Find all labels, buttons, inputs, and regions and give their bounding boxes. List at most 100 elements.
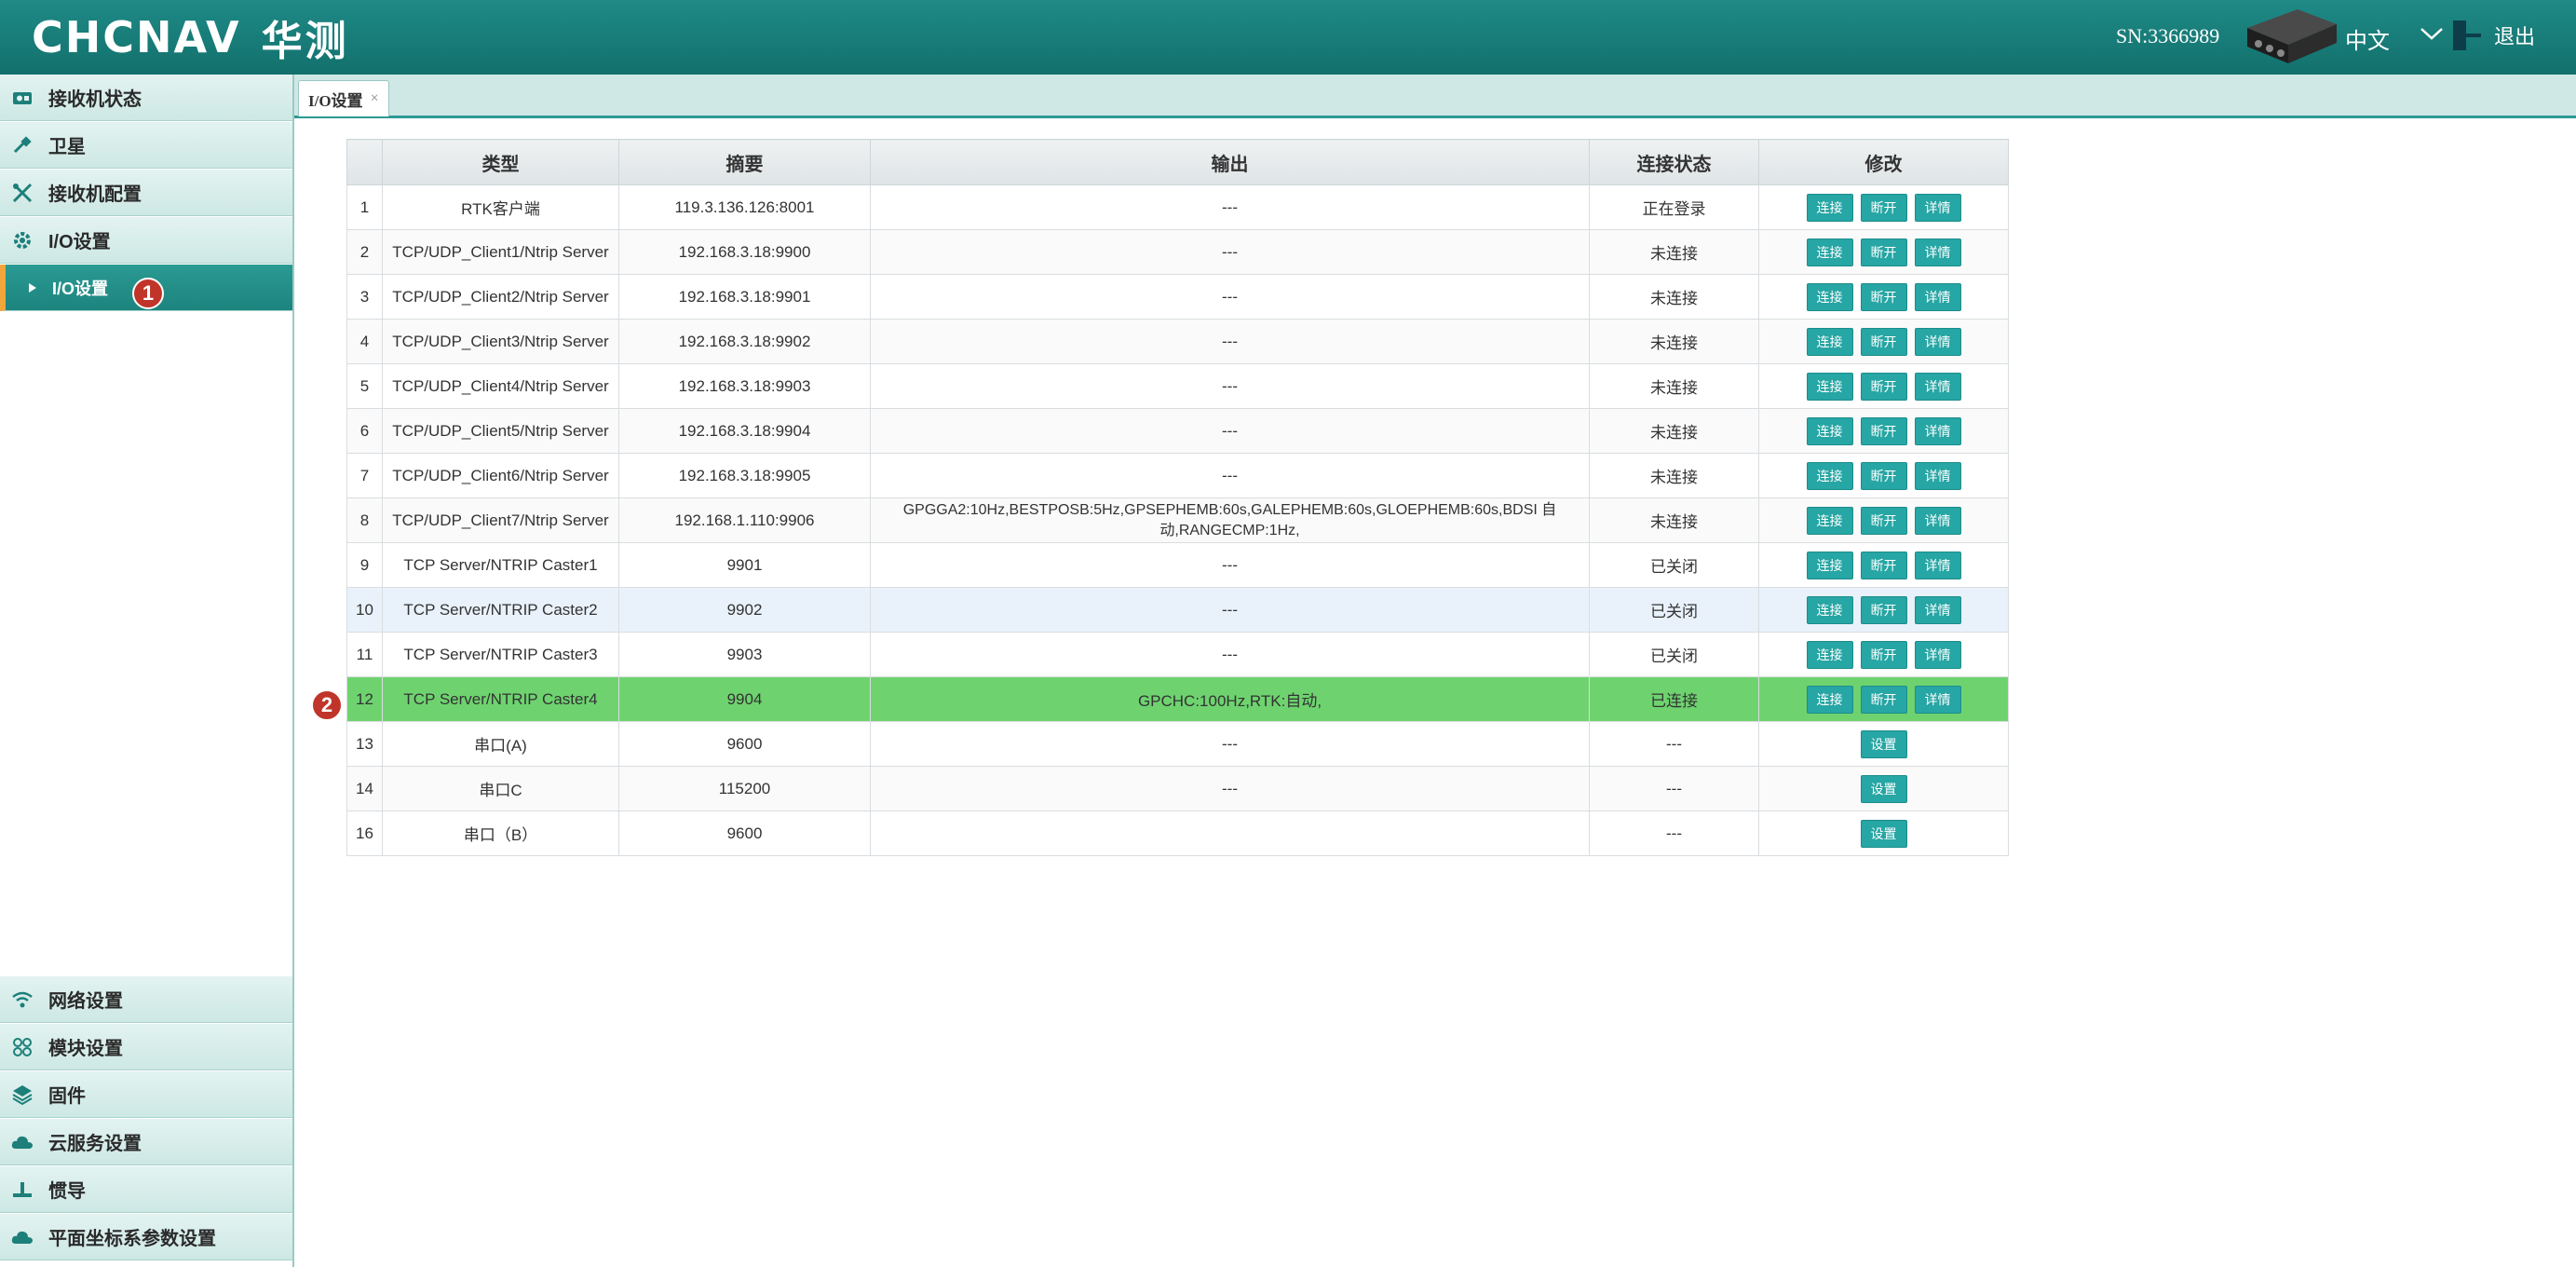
sidebar-item-firmware[interactable]: 固件 xyxy=(0,1071,292,1118)
type-cell: TCP Server/NTRIP Caster2 xyxy=(382,587,619,633)
output-cell: --- xyxy=(870,184,1590,230)
summary-cell: 115200 xyxy=(618,766,871,811)
connect-button[interactable]: 连接 xyxy=(1806,640,1853,669)
table-row[interactable]: 12 TCP Server/NTRIP Caster4 9904 GPCHC:100H… xyxy=(346,676,2009,722)
status-cell: 未连接 xyxy=(1589,319,1759,364)
table-row[interactable]: 7 TCP/UDP_Client6/Ntrip Server 192.168.3.1… xyxy=(346,453,2009,498)
summary-cell: 9901 xyxy=(618,542,871,588)
table-row[interactable]: 6 TCP/UDP_Client5/Ntrip Server 192.168.3.1… xyxy=(346,408,2009,454)
sidebar-item-receiver-config[interactable]: 接收机配置 xyxy=(0,170,292,216)
table-row[interactable]: 11 TCP Server/NTRIP Caster3 9903 --- 已关闭 连接 断开… xyxy=(346,632,2009,677)
close-icon[interactable]: × xyxy=(371,90,379,107)
table-row[interactable]: 5 TCP/UDP_Client4/Ntrip Server 192.168.3.1… xyxy=(346,363,2009,409)
logout-button[interactable]: 退出 xyxy=(2451,19,2535,52)
table-row[interactable]: 10 TCP Server/NTRIP Caster2 9902 --- 已关闭 连接 断开… xyxy=(346,587,2009,633)
table-header-row: 类型 摘要 输出 连接状态 修改 xyxy=(346,139,2009,185)
row-index-cell: 3 xyxy=(346,274,383,320)
detail-button[interactable]: 详情 xyxy=(1914,551,1961,579)
detail-button[interactable]: 详情 xyxy=(1914,193,1961,222)
summary-cell: 192.168.3.18:9904 xyxy=(618,408,871,454)
table-row[interactable]: 8 TCP/UDP_Client7/Ntrip Server 192.168.1.1… xyxy=(346,497,2009,543)
actions-cell: 连接 断开 详情 xyxy=(1758,319,2009,364)
type-cell: TCP/UDP_Client1/Ntrip Server xyxy=(382,229,619,275)
detail-button[interactable]: 详情 xyxy=(1914,238,1961,266)
table-row[interactable]: 13 串口(A) 9600 --- --- 设置 xyxy=(346,721,2009,767)
table-row[interactable]: 1 RTK客户端 119.3.136.126:8001 --- 正在登录 连接 断开 详情 xyxy=(346,184,2009,230)
column-header-type: 类型 xyxy=(382,139,619,185)
disconnect-button[interactable]: 断开 xyxy=(1860,461,1907,490)
output-cell xyxy=(870,811,1590,856)
actions-cell: 连接 断开 详情 xyxy=(1758,542,2009,588)
language-selector[interactable]: 中文 xyxy=(2345,22,2390,55)
sidebar-item-label: 模块设置 xyxy=(48,1039,123,1059)
detail-button[interactable]: 详情 xyxy=(1914,595,1961,624)
connect-button[interactable]: 连接 xyxy=(1806,372,1853,401)
row-index-cell: 12 xyxy=(346,676,383,722)
connect-button[interactable]: 连接 xyxy=(1806,506,1853,535)
detail-button[interactable]: 详情 xyxy=(1914,506,1961,535)
disconnect-button[interactable]: 断开 xyxy=(1860,416,1907,445)
settings-button[interactable]: 设置 xyxy=(1860,729,1907,758)
output-cell: --- xyxy=(870,408,1590,454)
status-cell: --- xyxy=(1589,721,1759,767)
table-row[interactable]: 16 串口（B） 9600 --- 设置 xyxy=(346,811,2009,856)
actions-cell: 连接 断开 详情 xyxy=(1758,632,2009,677)
connect-button[interactable]: 连接 xyxy=(1806,685,1853,714)
table-row[interactable]: 3 TCP/UDP_Client2/Ntrip Server 192.168.3.1… xyxy=(346,274,2009,320)
connect-button[interactable]: 连接 xyxy=(1806,461,1853,490)
summary-cell: 192.168.3.18:9900 xyxy=(618,229,871,275)
connect-button[interactable]: 连接 xyxy=(1806,551,1853,579)
sidebar-item-cloud-service[interactable]: 云服务设置 xyxy=(0,1119,292,1165)
connect-button[interactable]: 连接 xyxy=(1806,416,1853,445)
sidebar-item-modules[interactable]: 模块设置 xyxy=(0,1024,292,1070)
table-row[interactable]: 4 TCP/UDP_Client3/Ntrip Server 192.168.3.1… xyxy=(346,319,2009,364)
sidebar-item-io-settings[interactable]: I/O设置 xyxy=(0,217,292,264)
disconnect-button[interactable]: 断开 xyxy=(1860,238,1907,266)
disconnect-button[interactable]: 断开 xyxy=(1860,551,1907,579)
connect-button[interactable]: 连接 xyxy=(1806,282,1853,311)
tab-io-settings[interactable]: I/O设置 × xyxy=(298,80,389,116)
detail-button[interactable]: 详情 xyxy=(1914,685,1961,714)
detail-button[interactable]: 详情 xyxy=(1914,640,1961,669)
detail-button[interactable]: 详情 xyxy=(1914,416,1961,445)
detail-button[interactable]: 详情 xyxy=(1914,327,1961,356)
status-cell: 已关闭 xyxy=(1589,632,1759,677)
connect-button[interactable]: 连接 xyxy=(1806,193,1853,222)
connect-button[interactable]: 连接 xyxy=(1806,595,1853,624)
sidebar-item-satellite[interactable]: 卫星 xyxy=(0,122,292,169)
status-cell: 已关闭 xyxy=(1589,542,1759,588)
chevron-down-icon[interactable] xyxy=(2418,22,2446,45)
row-index-cell: 6 xyxy=(346,408,383,454)
detail-button[interactable]: 详情 xyxy=(1914,282,1961,311)
disconnect-button[interactable]: 断开 xyxy=(1860,193,1907,222)
sidebar-item-label: 惯导 xyxy=(48,1181,86,1202)
output-cell: --- xyxy=(870,766,1590,811)
row-index-cell: 5 xyxy=(346,363,383,409)
table-row[interactable]: 14 串口C 115200 --- --- 设置 xyxy=(346,766,2009,811)
sidebar-item-label: I/O设置 xyxy=(48,232,111,252)
sidebar-item-ins[interactable]: 惯导 xyxy=(0,1166,292,1213)
table-row[interactable]: 2 TCP/UDP_Client1/Ntrip Server 192.168.3.1… xyxy=(346,229,2009,275)
table-row[interactable]: 9 TCP Server/NTRIP Caster1 9901 --- 已关闭 连接 断开详… xyxy=(346,542,2009,588)
connect-button[interactable]: 连接 xyxy=(1806,238,1853,266)
disconnect-button[interactable]: 断开 xyxy=(1860,640,1907,669)
settings-button[interactable]: 设置 xyxy=(1860,819,1907,848)
sidebar-item-receiver-status[interactable]: 接收机状态 xyxy=(0,75,292,121)
disconnect-button[interactable]: 断开 xyxy=(1860,506,1907,535)
sidebar-item-network[interactable]: 网络设置 xyxy=(0,976,292,1023)
connect-button[interactable]: 连接 xyxy=(1806,327,1853,356)
top-header: CHCNAV 华测 SN:3366989 中文 退出 xyxy=(0,0,2576,75)
type-cell: TCP/UDP_Client5/Ntrip Server xyxy=(382,408,619,454)
summary-cell: 9600 xyxy=(618,811,871,856)
disconnect-button[interactable]: 断开 xyxy=(1860,327,1907,356)
disconnect-button[interactable]: 断开 xyxy=(1860,685,1907,714)
disconnect-button[interactable]: 断开 xyxy=(1860,595,1907,624)
disconnect-button[interactable]: 断开 xyxy=(1860,282,1907,311)
disconnect-button[interactable]: 断开 xyxy=(1860,372,1907,401)
detail-button[interactable]: 详情 xyxy=(1914,461,1961,490)
type-cell: TCP Server/NTRIP Caster1 xyxy=(382,542,619,588)
settings-button[interactable]: 设置 xyxy=(1860,774,1907,803)
sidebar-item-plane-coord[interactable]: 平面坐标系参数设置 xyxy=(0,1214,292,1260)
type-cell: 串口(A) xyxy=(382,721,619,767)
detail-button[interactable]: 详情 xyxy=(1914,372,1961,401)
